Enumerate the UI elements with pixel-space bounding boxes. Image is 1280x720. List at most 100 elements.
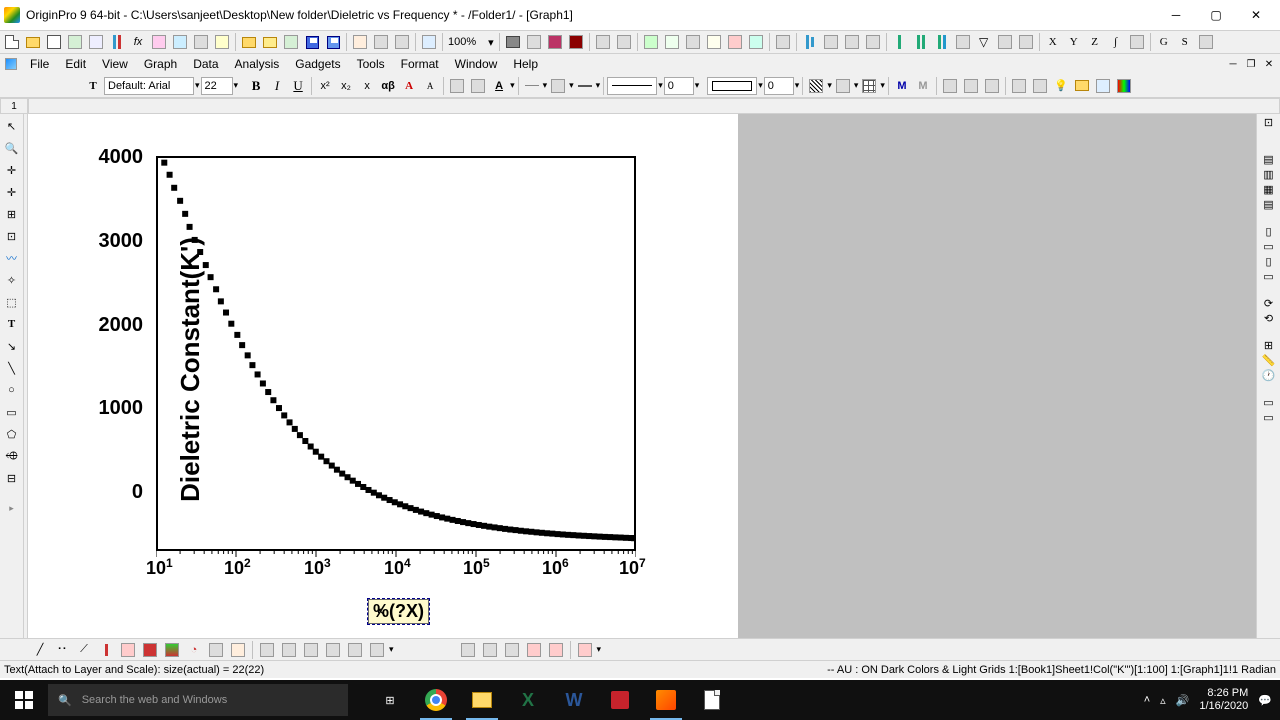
mdi-restore-button[interactable]: ❐ <box>1242 56 1260 72</box>
oval-tool[interactable]: ○ <box>2 380 22 400</box>
sort-button[interactable] <box>821 32 841 52</box>
polygon-tool[interactable]: ⬠ <box>2 424 22 444</box>
import-single-button[interactable] <box>371 32 391 52</box>
menu-analysis[interactable]: Analysis <box>227 55 288 73</box>
tray-chevron-icon[interactable]: ˄ <box>1144 694 1150 706</box>
reader-tool[interactable]: ✛ <box>2 160 22 180</box>
grid-tool[interactable]: ▯ <box>1265 225 1271 238</box>
new-function-button[interactable]: fx <box>128 32 148 52</box>
window-close-button[interactable]: ✕ <box>1236 1 1276 29</box>
mdi-app-icon[interactable] <box>2 56 20 72</box>
rotate-tool[interactable]: ⟳ <box>1264 297 1273 310</box>
line-width2-combo[interactable]: 0 <box>764 77 794 95</box>
import-multiple-button[interactable] <box>392 32 412 52</box>
column-plot-button[interactable] <box>96 640 116 660</box>
batch-process-button[interactable] <box>419 32 439 52</box>
bulb-button[interactable]: 💡 <box>1051 76 1071 96</box>
ruler-tool[interactable]: 📏 <box>1262 354 1276 367</box>
text-tool[interactable]: T <box>2 314 22 334</box>
print-button[interactable] <box>503 32 523 52</box>
menu-edit[interactable]: Edit <box>57 55 94 73</box>
grid4-tool[interactable]: ▭ <box>1263 270 1273 283</box>
region2-tool[interactable]: ⊟ <box>2 468 22 488</box>
window-minimize-button[interactable]: ─ <box>1156 1 1196 29</box>
open-button[interactable] <box>239 32 259 52</box>
3d-plot-button[interactable] <box>206 640 226 660</box>
z-button[interactable]: Z <box>1085 32 1105 52</box>
line-button[interactable] <box>522 76 542 96</box>
col4-button[interactable] <box>953 32 973 52</box>
chrome-icon[interactable] <box>414 680 458 720</box>
new-matrix-button[interactable] <box>86 32 106 52</box>
dim2-tool[interactable]: ▭ <box>1263 411 1273 424</box>
more-button[interactable] <box>1196 32 1216 52</box>
font-size-combo[interactable]: 22 <box>201 77 233 95</box>
explorer-icon[interactable] <box>460 680 504 720</box>
menu-file[interactable]: File <box>22 55 57 73</box>
matrix-button[interactable] <box>345 640 365 660</box>
menu-window[interactable]: Window <box>447 55 506 73</box>
vector-button[interactable] <box>323 640 343 660</box>
taskview-icon[interactable]: ⊞ <box>368 680 412 720</box>
menu-format[interactable]: Format <box>393 55 447 73</box>
new-notes-button[interactable] <box>212 32 232 52</box>
palette-button[interactable] <box>1114 76 1134 96</box>
tray-clock[interactable]: 8:26 PM 1/16/2020 <box>1199 687 1248 713</box>
add-layer5-button[interactable] <box>546 640 566 660</box>
tray-network-icon[interactable]: ▵ <box>1160 694 1166 707</box>
stack-plot-button[interactable] <box>162 640 182 660</box>
m-button[interactable]: M <box>892 76 912 96</box>
add-layer1-button[interactable] <box>458 640 478 660</box>
open-template-button[interactable] <box>260 32 280 52</box>
annotation-button[interactable] <box>447 76 467 96</box>
bar-plot-button[interactable] <box>118 640 138 660</box>
add-layer4-button[interactable] <box>524 640 544 660</box>
fill-color-button[interactable] <box>833 76 853 96</box>
menu-data[interactable]: Data <box>185 55 226 73</box>
tray-notifications-icon[interactable]: 💬 <box>1258 694 1272 707</box>
add-layer6-button[interactable] <box>575 640 595 660</box>
line-scatter-button[interactable]: ⟋ <box>74 640 94 660</box>
zoom-combo[interactable]: 100%▾ <box>446 36 496 49</box>
freehand-tool[interactable]: ⬲ <box>2 446 22 466</box>
col2-button[interactable] <box>911 32 931 52</box>
m2-button[interactable]: M <box>913 76 933 96</box>
x-button[interactable]: X <box>1043 32 1063 52</box>
new-folder-button[interactable] <box>23 32 43 52</box>
menu-tools[interactable]: Tools <box>349 55 393 73</box>
excel-icon[interactable]: X <box>506 680 550 720</box>
lock-button[interactable] <box>1072 76 1092 96</box>
taskbar-search-input[interactable]: 🔍 Search the web and Windows <box>48 684 348 716</box>
menu-graph[interactable]: Graph <box>136 55 185 73</box>
subscript-button[interactable]: x₂ <box>336 76 356 96</box>
tray-volume-icon[interactable]: 🔊 <box>1176 694 1190 707</box>
menu-help[interactable]: Help <box>505 55 546 73</box>
mdi-minimize-button[interactable]: ─ <box>1224 56 1242 72</box>
select-tool[interactable]: ⬚ <box>2 292 22 312</box>
rect-tool[interactable]: ▭ <box>2 402 22 422</box>
col6-button[interactable] <box>995 32 1015 52</box>
draw-tool[interactable]: 〰 <box>2 248 22 268</box>
import-wizard-button[interactable] <box>350 32 370 52</box>
origin-icon[interactable] <box>644 680 688 720</box>
notepad-icon[interactable] <box>690 680 734 720</box>
image-button[interactable] <box>301 640 321 660</box>
line-color-button[interactable] <box>548 76 568 96</box>
fill-pattern-button[interactable] <box>806 76 826 96</box>
video-button[interactable] <box>566 32 586 52</box>
dim-tool[interactable]: ▭ <box>1263 396 1273 409</box>
graph-canvas[interactable]: Dieletric Constant(K') 4000 3000 2000 10… <box>28 114 1256 638</box>
font-decrease-button[interactable]: A <box>420 76 440 96</box>
y-button[interactable]: Y <box>1064 32 1084 52</box>
speed-mode-button[interactable] <box>982 76 1002 96</box>
layer-indicator[interactable]: 1 <box>0 98 28 114</box>
pointer-tool[interactable]: ↖ <box>2 116 22 136</box>
integ-button[interactable]: ∫ <box>1106 32 1126 52</box>
layer2-button[interactable] <box>1030 76 1050 96</box>
surface-button[interactable] <box>279 640 299 660</box>
none-button[interactable] <box>1127 32 1147 52</box>
layer1-button[interactable] <box>1009 76 1029 96</box>
asc-button[interactable] <box>842 32 862 52</box>
s-button[interactable]: S <box>1175 32 1195 52</box>
mask-tool[interactable]: ✧ <box>2 270 22 290</box>
